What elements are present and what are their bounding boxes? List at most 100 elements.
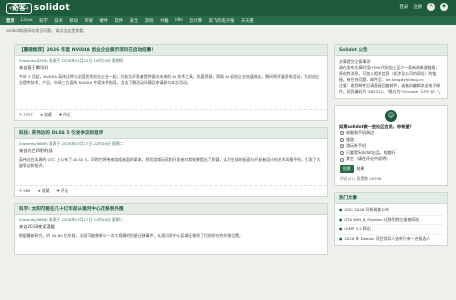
hot-articles-list: ● GDC 2026 问卷调查公布 ● GTA WiN 从 Fandom 迁移到独立…: [335, 204, 447, 245]
nav-item-tech[interactable]: 技术: [54, 18, 63, 24]
poll-option[interactable]: 游玩补手机: [335, 143, 447, 150]
hot-article-item[interactable]: ● 2026 年 Debian 项目领导人选举只有一名候选人: [339, 235, 443, 244]
bullet-icon: ●: [339, 206, 343, 212]
article-meta: Edwards(6868) 发表于 2026年03月17日 21时48分 星期二: [19, 217, 124, 222]
results-link[interactable]: 结果: [357, 166, 365, 172]
edit-icon: ✚: [56, 188, 60, 193]
review-label: 评论: [60, 188, 69, 193]
poll-footer: 评论(4) | 投票数 26396: [340, 175, 382, 181]
hot-article-item[interactable]: ● GDC 2026 问卷调查公布: [339, 206, 443, 216]
article-body: 根据最新研究，约 40-60 亿年前，太阳可能曾参与一次大规模的恒星迁移事件，从…: [19, 233, 243, 238]
article-card: 科学: 太阳可能在几十亿年前从银河中心迁移到外围 Edwards(6868) 发…: [14, 203, 328, 255]
article-footer: ✎3707 ★收藏 ✚评论: [15, 109, 327, 120]
radio-icon[interactable]: [340, 131, 344, 136]
hot-articles-box: 热门文章 ● GDC 2026 问卷调查公布 ● GTA WiN 从 Fandom …: [334, 191, 448, 247]
poll-option[interactable]: 电脑和手机周边: [335, 130, 447, 137]
nav-item-daily[interactable]: 天天看: [241, 18, 254, 24]
article-dept: 来自基于腾讯对: [19, 65, 49, 70]
radio-icon[interactable]: [340, 151, 344, 156]
nav-item-hardware[interactable]: 硬件: [100, 18, 109, 24]
edit-icon: ✚: [58, 112, 63, 117]
user-bar: 登录 注册 A ◉: [399, 3, 448, 11]
hot-article-link[interactable]: 2026 年 Debian 项目领导人选举只有一名候选人: [344, 236, 430, 241]
bullet-icon: ●: [339, 226, 343, 232]
favorite-link[interactable]: ★收藏: [40, 112, 52, 118]
poll-option-label: 其它（请在评论中说明）: [346, 156, 390, 162]
article-title[interactable]: 科学: 太阳可能在几十亿年前从银河中心迁移到外围: [15, 204, 327, 215]
notice-box: Solidot 公告 文章提交注意事项： 请在发布文章时用HTML代码加上至少一…: [334, 44, 448, 99]
article-list: 【重磅推荐】2026 年度 NVIDIA 创业企业展示项目已启动招募！ Edwa…: [14, 44, 328, 261]
register-link[interactable]: 注册: [413, 4, 422, 10]
favorite-label: 收藏: [44, 112, 52, 117]
poll-option-label: 电脑和手机周边: [346, 130, 374, 135]
radio-icon[interactable]: [340, 137, 344, 142]
article-card: 【重磅推荐】2026 年度 NVIDIA 创业企业展示项目已启动招募！ Edwa…: [14, 44, 328, 121]
favorite-label: 收藏: [41, 188, 50, 193]
comment-icon: ✎: [19, 112, 23, 117]
article-body: 今年 3 月起，NVIDIA 英伟达将与全国优秀创业企业一起，为各位开发者提供面…: [19, 74, 320, 86]
logo-name: solidot: [33, 3, 70, 13]
notice-line: 注意：收到邮件后请直接回复邮件，或者向编辑发送电子邮件。网页编码为 GB2312…: [339, 83, 443, 94]
article-meta: Edwards(8266) 发表于 2026年01月22日 10时29分 星期四: [19, 58, 124, 63]
article-meta: Edwards(6866) 发表于 2026年03月17日 22时46分 星期二: [19, 141, 124, 146]
radio-icon[interactable]: [340, 157, 344, 162]
comments-link[interactable]: ✎986: [19, 188, 30, 194]
rss-icon[interactable]: ◉: [440, 3, 448, 11]
bullet-icon: ●: [339, 216, 343, 222]
text-size-icon[interactable]: A: [427, 3, 435, 11]
article-dept: 来自2018夜读温暖: [19, 224, 55, 229]
article-footer: ✎986 ★收藏 ✚评论: [15, 185, 327, 196]
article-title[interactable]: 科技: 英伟达的 DLSS 5 引发争议和批评: [15, 128, 327, 139]
nav-item-home[interactable]: 首页: [6, 18, 15, 24]
nav-item-idle[interactable]: idle: [175, 18, 183, 23]
nav-item-games[interactable]: 游戏: [145, 18, 154, 24]
star-icon: ★: [37, 188, 41, 193]
hot-articles-title: 热门文章: [335, 192, 447, 204]
comment-icon: ✎: [19, 188, 23, 193]
nav-item-mobile[interactable]: 移动: [69, 18, 78, 24]
sidebar: Solidot 公告 文章提交注意事项： 请在发布文章时用HTML代码加上至少一…: [334, 44, 448, 252]
vote-button[interactable]: 投票: [340, 164, 354, 173]
login-link[interactable]: 登录: [399, 4, 408, 10]
logo-mark: ‹奇客›: [6, 2, 32, 14]
hot-article-item[interactable]: ● GIMP 3.2 释出: [339, 225, 443, 235]
radio-icon[interactable]: [340, 144, 344, 149]
bullet-icon: ●: [339, 235, 343, 241]
nav-item-books[interactable]: 书籍: [160, 18, 169, 24]
nav-item-cloud[interactable]: 云计算: [189, 18, 202, 24]
favorite-link[interactable]: ★收藏: [37, 188, 49, 194]
comment-count: 3707: [23, 112, 33, 117]
hot-article-link[interactable]: GDC 2026 问卷调查公布: [344, 207, 388, 212]
notice-line: 请在发布文章时用HTML代码加上至少一条新闻来源链接；原创性消息，可加入相关信息…: [339, 65, 440, 82]
nav-item-software[interactable]: 软件: [115, 18, 124, 24]
nav-item-newsletter[interactable]: 高飞的电子报: [209, 18, 235, 24]
notice-breadcrumb[interactable]: solidot新版网站常见问题，请点击这里查看。: [6, 28, 87, 34]
hot-article-link[interactable]: GTA WiN 从 Fandom 迁移到独立维基网站: [344, 217, 419, 222]
review-link[interactable]: ✚评论: [56, 188, 68, 194]
comments-link[interactable]: ✎3707: [19, 112, 33, 118]
article-title[interactable]: 【重磅推荐】2026 年度 NVIDIA 创业企业展示项目已启动招募！: [15, 45, 327, 56]
poll-option-label: 游玩补手机: [346, 143, 366, 149]
article-body: 英伟达在本周的 GTC 上公布了 DLSS 5，声称它将带来游戏画面的革命。然而…: [19, 157, 321, 169]
poll-actions: 投票 结果: [335, 163, 447, 175]
article-dept: 来自光芒四射的部: [19, 148, 53, 153]
poll-option[interactable]: 其它（请在评论中说明）: [335, 156, 447, 163]
comment-count: 986: [23, 188, 31, 193]
nav-item-apple[interactable]: 苹果: [84, 18, 93, 24]
hot-article-link[interactable]: GIMP 3.2 释出: [344, 226, 370, 231]
main-nav: 首页 Linux 科学 技术 移动 苹果 硬件 软件 安全 游戏 书籍 idle…: [0, 16, 456, 25]
hot-article-item[interactable]: ● GTA WiN 从 Fandom 迁移到独立维基网站: [339, 216, 443, 226]
nav-item-linux[interactable]: Linux: [21, 18, 33, 23]
nav-item-science[interactable]: 科学: [39, 18, 48, 24]
notice-body: 文章提交注意事项： 请在发布文章时用HTML代码加上至少一条新闻来源链接；原创性…: [335, 56, 447, 98]
star-icon: ★: [39, 112, 44, 117]
notice-title: Solidot 公告: [335, 45, 447, 56]
top-bar: ‹奇客› solidot 登录 注册 A ◉: [0, 0, 456, 16]
review-link[interactable]: ✚评论: [59, 112, 71, 118]
nav-item-security[interactable]: 安全: [130, 18, 139, 24]
review-label: 评论: [63, 112, 71, 117]
poll-box: ☺ 如果solidot做一些社区会员，你希望？ 电脑和手机周边 旅游 游玩补手机…: [334, 105, 448, 186]
site-logo[interactable]: ‹奇客› solidot: [6, 2, 70, 14]
poll-icon: ☺: [385, 110, 397, 122]
article-card: 科技: 英伟达的 DLSS 5 引发争议和批评 Edwards(6866) 发表…: [14, 127, 328, 197]
